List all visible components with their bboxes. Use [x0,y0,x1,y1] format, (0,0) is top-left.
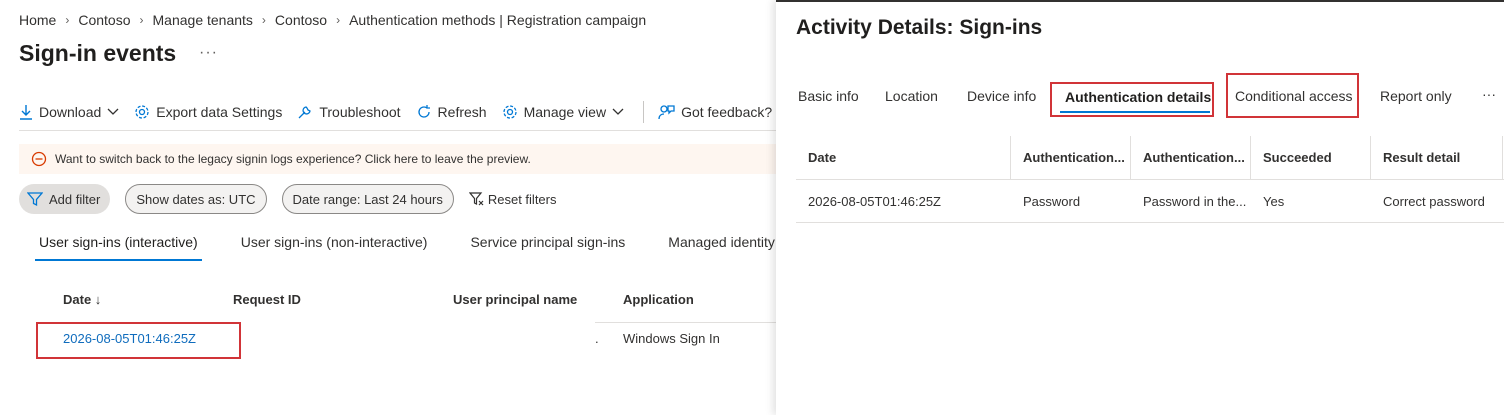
refresh-button[interactable]: Refresh [416,104,487,120]
chevron-right-icon: › [336,13,341,27]
manage-view-label: Manage view [523,104,607,120]
legacy-experience-banner[interactable]: Want to switch back to the legacy signin… [19,144,776,174]
tab-user-non-interactive[interactable]: User sign-ins (non-interactive) [237,232,432,260]
row-result-detail: Correct password [1383,193,1485,209]
column-header-auth-detail[interactable]: Authentication... [1143,136,1248,179]
column-divider [1370,136,1371,180]
export-label: Export data Settings [156,104,283,120]
download-button[interactable]: Download [19,104,119,120]
tab-location[interactable]: Location [885,88,938,104]
add-filter-label: Add filter [49,191,101,207]
breadcrumb-contoso[interactable]: Contoso [78,12,130,28]
column-header-date[interactable]: Date ↓ [63,292,101,307]
truncated-cell: . [595,331,599,346]
auth-details-table-header: Date Authentication... Authentication...… [796,136,1504,180]
chevron-down-icon [107,108,119,115]
column-divider [1502,136,1503,180]
panel-title: Activity Details: Sign-ins [796,16,1043,39]
row-succeeded: Yes [1263,193,1285,209]
gear-icon [135,105,149,119]
show-dates-label: Show dates as: UTC [136,191,256,207]
sign-in-events-page: Home › Contoso › Manage tenants › Contos… [0,0,776,415]
refresh-icon [417,105,430,118]
column-header-result-detail[interactable]: Result detail [1383,136,1491,179]
breadcrumb-home[interactable]: Home [19,12,56,28]
wrench-icon [298,106,312,119]
show-dates-as-filter[interactable]: Show dates as: UTC [125,184,267,214]
breadcrumb-contoso-tenant[interactable]: Contoso [275,12,327,28]
grid-row-divider [595,322,776,323]
highlight-box-date [36,322,241,359]
column-header-succeeded[interactable]: Succeeded [1263,136,1363,179]
column-divider [1130,136,1131,180]
tab-basic-info[interactable]: Basic info [798,88,859,104]
more-options-icon[interactable]: ··· [199,44,218,62]
column-header-request-id[interactable]: Request ID [233,292,301,307]
row-auth-method: Password [1023,193,1081,209]
troubleshoot-label: Troubleshoot [319,104,401,120]
manage-view-button[interactable]: Manage view [502,104,625,120]
toolbar-divider [643,101,645,123]
date-range-filter[interactable]: Date range: Last 24 hours [281,184,454,214]
filter-reset-icon [468,192,484,206]
column-header-auth-method[interactable]: Authentication... [1023,136,1128,179]
gear-icon [502,105,517,119]
tab-device-info[interactable]: Device info [967,88,1036,104]
feedback-label: Got feedback? [681,104,773,120]
date-range-label: Date range: Last 24 hours [292,191,443,207]
breadcrumb-manage-tenants[interactable]: Manage tenants [153,12,253,28]
warning-circle-icon [31,151,47,167]
download-icon [20,105,32,120]
column-header-application[interactable]: Application [623,292,694,307]
export-data-settings-button[interactable]: Export data Settings [134,104,282,120]
filter-icon [27,192,43,207]
chevron-right-icon: › [139,13,144,27]
row-date: 2026-08-05T01:46:25Z [808,193,941,209]
table-row[interactable]: 2026-08-05T01:46:25Z Password Password i… [796,180,1504,223]
row-auth-detail: Password in the... [1143,193,1247,209]
chevron-down-icon [612,108,624,115]
tab-user-interactive[interactable]: User sign-ins (interactive) [35,232,202,261]
sign-in-type-tabs: User sign-ins (interactive) User sign-in… [35,232,776,261]
download-label: Download [39,104,102,120]
toolbar-divider-line [19,130,776,131]
highlight-box-auth-details [1050,82,1214,117]
reset-filters-button[interactable]: Reset filters [468,191,557,207]
filter-bar: Add filter Show dates as: UTC Date range… [19,184,557,214]
more-tabs-icon[interactable]: ··· [1482,86,1496,102]
highlight-box-conditional-access [1226,73,1359,118]
tab-managed-identity[interactable]: Managed identity sig [664,232,776,260]
activity-details-panel: Activity Details: Sign-ins Basic info Lo… [776,0,1504,415]
column-header-date[interactable]: Date [808,136,998,179]
tab-report-only[interactable]: Report only [1380,88,1452,104]
column-divider [1010,136,1011,180]
feedback-person-icon [658,105,675,120]
breadcrumb: Home › Contoso › Manage tenants › Contos… [19,12,646,28]
command-bar: Download Export data Settings Troublesho… [19,101,776,123]
add-filter-button[interactable]: Add filter [19,184,111,214]
tab-service-principal[interactable]: Service principal sign-ins [466,232,629,260]
reset-filters-label: Reset filters [487,191,557,207]
troubleshoot-button[interactable]: Troubleshoot [297,104,401,120]
feedback-button[interactable]: Got feedback? [658,104,772,120]
column-header-upn[interactable]: User principal name [453,292,577,307]
page-title: Sign-in events [19,40,177,66]
column-divider [1250,136,1251,180]
chevron-right-icon: › [65,13,70,27]
banner-text: Want to switch back to the legacy signin… [55,152,531,166]
refresh-label: Refresh [437,104,487,120]
application-cell: Windows Sign In [623,331,720,346]
chevron-right-icon: › [261,13,266,27]
breadcrumb-auth-methods[interactable]: Authentication methods | Registration ca… [349,12,646,28]
